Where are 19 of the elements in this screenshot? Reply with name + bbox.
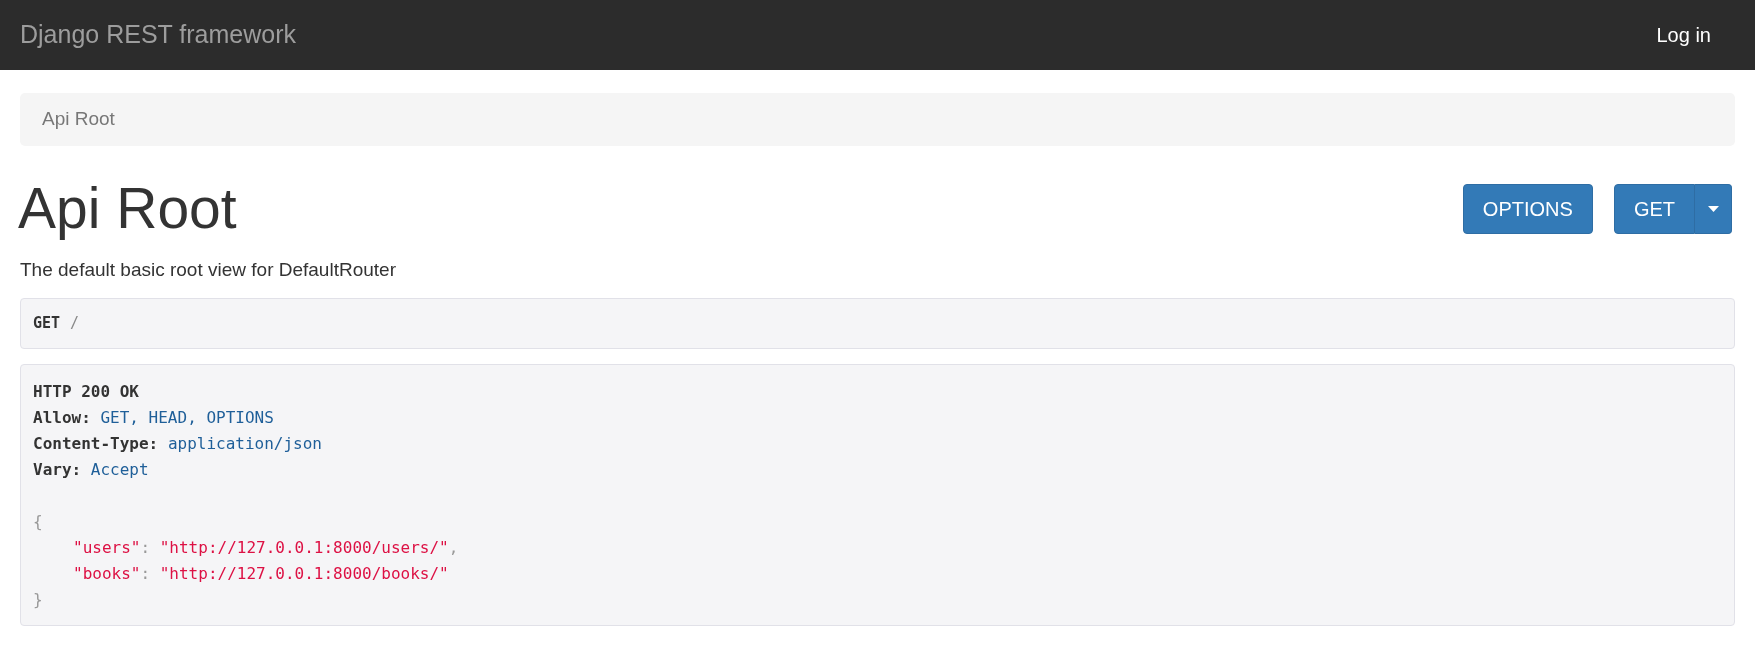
request-path: /	[70, 312, 80, 334]
header-line: Allow: GET, HEAD, OPTIONS	[33, 406, 274, 429]
json-brace: {	[33, 510, 43, 533]
json-line: "users": "http://127.0.0.1:8000/users/",	[73, 536, 459, 559]
dropdown-toggle[interactable]	[1695, 184, 1732, 234]
options-button[interactable]: OPTIONS	[1462, 184, 1593, 234]
brand-link[interactable]: Django REST framework	[20, 16, 297, 54]
status-line: HTTP 200 OK	[33, 380, 139, 403]
description-text: The default basic root view for DefaultRouter	[20, 258, 397, 282]
get-button[interactable]: GET	[1613, 184, 1695, 234]
header-line: Content-Type: application/json	[33, 432, 322, 455]
caret-icon	[1707, 206, 1719, 212]
page-title: Api Root	[18, 177, 237, 239]
breadcrumb-item[interactable]: Api Root	[42, 105, 115, 134]
login-link[interactable]: Log in	[1656, 20, 1711, 50]
json-brace: }	[33, 588, 43, 611]
json-line: "books": "http://127.0.0.1:8000/books/"	[73, 562, 449, 585]
header-line: Vary: Accept	[33, 458, 149, 481]
request-method: GET	[33, 312, 61, 334]
